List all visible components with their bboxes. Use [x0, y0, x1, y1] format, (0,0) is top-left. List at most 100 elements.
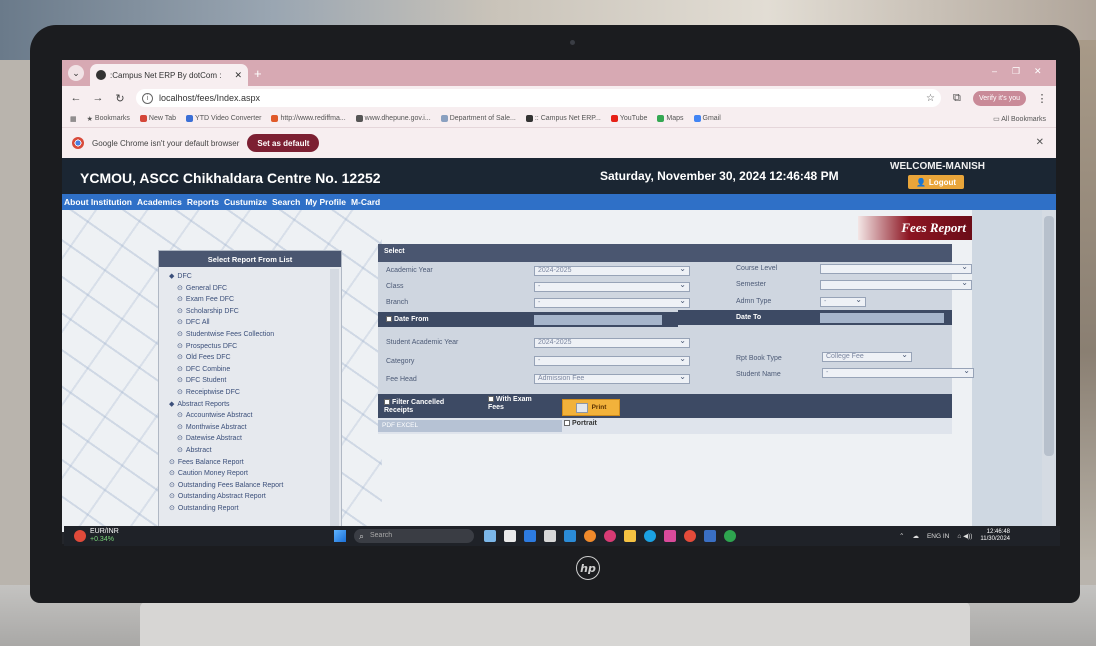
page-scrollbar-thumb[interactable]	[1044, 216, 1054, 456]
semester-select[interactable]	[820, 279, 972, 290]
windows-start-icon[interactable]	[334, 530, 346, 542]
report-list-item[interactable]: ⊙ Studentwise Fees Collection	[165, 329, 325, 341]
site-info-icon[interactable]: i	[142, 92, 153, 104]
report-list-item[interactable]: ⊙ Abstract	[165, 445, 325, 457]
task-view-icon[interactable]	[504, 530, 516, 542]
bookmark-item[interactable]: Gmail	[693, 115, 721, 122]
language-indicator[interactable]: ENG IN	[927, 533, 949, 540]
course-level-select[interactable]	[820, 263, 972, 274]
media-icon[interactable]	[664, 530, 676, 542]
tray-overflow-icon[interactable]: ⌃	[899, 532, 904, 540]
menu-search[interactable]: Search	[272, 197, 300, 207]
minimize-icon[interactable]: –	[992, 66, 997, 76]
student-academic-year-select[interactable]: 2024-2025	[534, 337, 690, 348]
bookmark-item[interactable]: New Tab	[139, 115, 176, 122]
menu-custumize[interactable]: Custumize	[224, 197, 267, 207]
firefox-icon[interactable]	[584, 530, 596, 542]
set-default-button[interactable]: Set as default	[247, 134, 320, 152]
bookmark-item[interactable]: YouTube	[610, 115, 647, 122]
tab-search-button[interactable]: ⌄	[68, 65, 84, 81]
report-list-item[interactable]: ⊙ Caution Money Report	[165, 468, 325, 480]
stock-widget[interactable]: EUR/INR +0.34%	[74, 528, 119, 544]
infobar-close-icon[interactable]: ✕	[1036, 137, 1044, 148]
report-list-item[interactable]: ⊙ Outstanding Report	[165, 503, 325, 515]
date-from-input[interactable]	[534, 315, 662, 325]
edge-icon[interactable]	[644, 530, 656, 542]
menu-reports[interactable]: Reports	[187, 197, 219, 207]
with-exam-fees-checkbox[interactable]	[488, 396, 494, 403]
student-name-select[interactable]: -	[822, 367, 974, 378]
back-icon[interactable]: ←	[70, 92, 82, 104]
academic-year-select[interactable]: 2024-2025	[534, 265, 690, 276]
file-explorer-icon[interactable]	[544, 530, 556, 542]
report-list-item[interactable]: ⊙ Receiptwise DFC	[165, 387, 325, 399]
tab-close-icon[interactable]: ✕	[234, 70, 242, 81]
maximize-icon[interactable]: ❐	[1012, 66, 1020, 77]
chrome-taskbar-icon[interactable]	[684, 530, 696, 542]
report-list-item[interactable]: ◆ DFC	[165, 271, 325, 283]
portrait-checkbox[interactable]	[564, 420, 570, 427]
report-list-scrollbar[interactable]	[330, 269, 339, 531]
print-button[interactable]: Print	[562, 399, 620, 416]
taskbar-search-input[interactable]: Search	[354, 529, 474, 543]
widgets-icon[interactable]	[484, 530, 496, 542]
category-select[interactable]: -	[534, 355, 690, 366]
apps-icon[interactable]: ▦	[70, 115, 77, 123]
bookmark-item[interactable]: Maps	[657, 115, 684, 122]
report-list-item[interactable]: ⊙ Outstanding Fees Balance Report	[165, 480, 325, 492]
store-icon[interactable]	[564, 530, 576, 542]
close-window-icon[interactable]: ✕	[1034, 66, 1042, 77]
portrait-option[interactable]: Portrait	[564, 420, 597, 427]
format-radio-group[interactable]: PDF EXCEL	[378, 420, 562, 432]
report-list-item[interactable]: ⊙ DFC Combine	[165, 364, 325, 376]
app-icon[interactable]	[604, 530, 616, 542]
bookmark-star-icon[interactable]: ☆	[926, 93, 935, 104]
with-exam-fees-option[interactable]: With Exam Fees	[488, 396, 540, 412]
chrome-profile-icon[interactable]	[724, 530, 736, 542]
report-list-item[interactable]: ⊙ General DFC	[165, 283, 325, 295]
report-list-item[interactable]: ⊙ DFC All	[165, 317, 325, 329]
logout-button[interactable]: 👤 Logout	[908, 175, 964, 189]
word-icon[interactable]	[704, 530, 716, 542]
forward-icon[interactable]: →	[92, 92, 104, 104]
more-menu-icon[interactable]: ⋮	[1036, 92, 1048, 105]
chat-icon[interactable]	[524, 530, 536, 542]
date-checkbox[interactable]	[386, 316, 392, 323]
browser-tab[interactable]: :Campus Net ERP By dotCom : ✕	[90, 64, 248, 86]
bookmark-item[interactable]: www.dhepune.gov.i...	[355, 115, 431, 122]
fee-head-select[interactable]: Admission Fee	[534, 373, 690, 384]
bookmark-item[interactable]: Department of Sale...	[440, 115, 516, 122]
all-bookmarks-button[interactable]: ▭ All Bookmarks	[993, 115, 1046, 123]
menu-m-card[interactable]: M-Card	[351, 197, 380, 207]
bookmark-item[interactable]: ★ Bookmarks	[87, 115, 130, 123]
report-list-item[interactable]: ⊙ Scholarship DFC	[165, 306, 325, 318]
reload-icon[interactable]: ↻	[114, 92, 126, 105]
report-list-item[interactable]: ⊙ Old Fees DFC	[165, 352, 325, 364]
extensions-icon[interactable]: ⧉	[951, 92, 963, 105]
report-list-item[interactable]: ◆ Abstract Reports	[165, 399, 325, 411]
report-list-item[interactable]: ⊙ Fees Balance Report	[165, 457, 325, 469]
filter-cancelled-checkbox[interactable]	[384, 399, 390, 406]
report-list-item[interactable]: ⊙ DFC Student	[165, 375, 325, 387]
bookmark-item[interactable]: http://www.rediffma...	[271, 115, 346, 122]
report-list-item[interactable]: ⊙ Datewise Abstract	[165, 433, 325, 445]
report-list-item[interactable]: ⊙ Accountwise Abstract	[165, 410, 325, 422]
report-list-item[interactable]: ⊙ Prospectus DFC	[165, 341, 325, 353]
admn-type-select[interactable]: -	[820, 296, 866, 307]
menu-my-profile[interactable]: My Profile	[305, 197, 346, 207]
new-tab-button[interactable]: +	[254, 66, 262, 81]
folder-icon[interactable]	[624, 530, 636, 542]
branch-select[interactable]: -	[534, 297, 690, 308]
clock[interactable]: 12:46:48 11/30/2024	[980, 529, 1010, 543]
report-list-item[interactable]: ⊙ Exam Fee DFC	[165, 294, 325, 306]
date-to-input[interactable]	[820, 313, 944, 323]
menu-academics[interactable]: Academics	[137, 197, 182, 207]
wifi-volume-battery-icon[interactable]: ⌂ ◀))	[957, 532, 972, 540]
rpt-book-type-select[interactable]: College Fee	[822, 351, 912, 362]
url-input[interactable]: i localhost/fees/Index.aspx ☆	[136, 89, 941, 107]
filter-cancelled-option[interactable]: Filter Cancelled Receipts	[384, 399, 466, 415]
report-list-item[interactable]: ⊙ Monthwise Abstract	[165, 422, 325, 434]
bookmark-item[interactable]: YTD Video Converter	[186, 115, 261, 122]
verify-profile-button[interactable]: Verify it's you	[972, 90, 1026, 106]
report-list-item[interactable]: ⊙ Outstanding Abstract Report	[165, 491, 325, 503]
